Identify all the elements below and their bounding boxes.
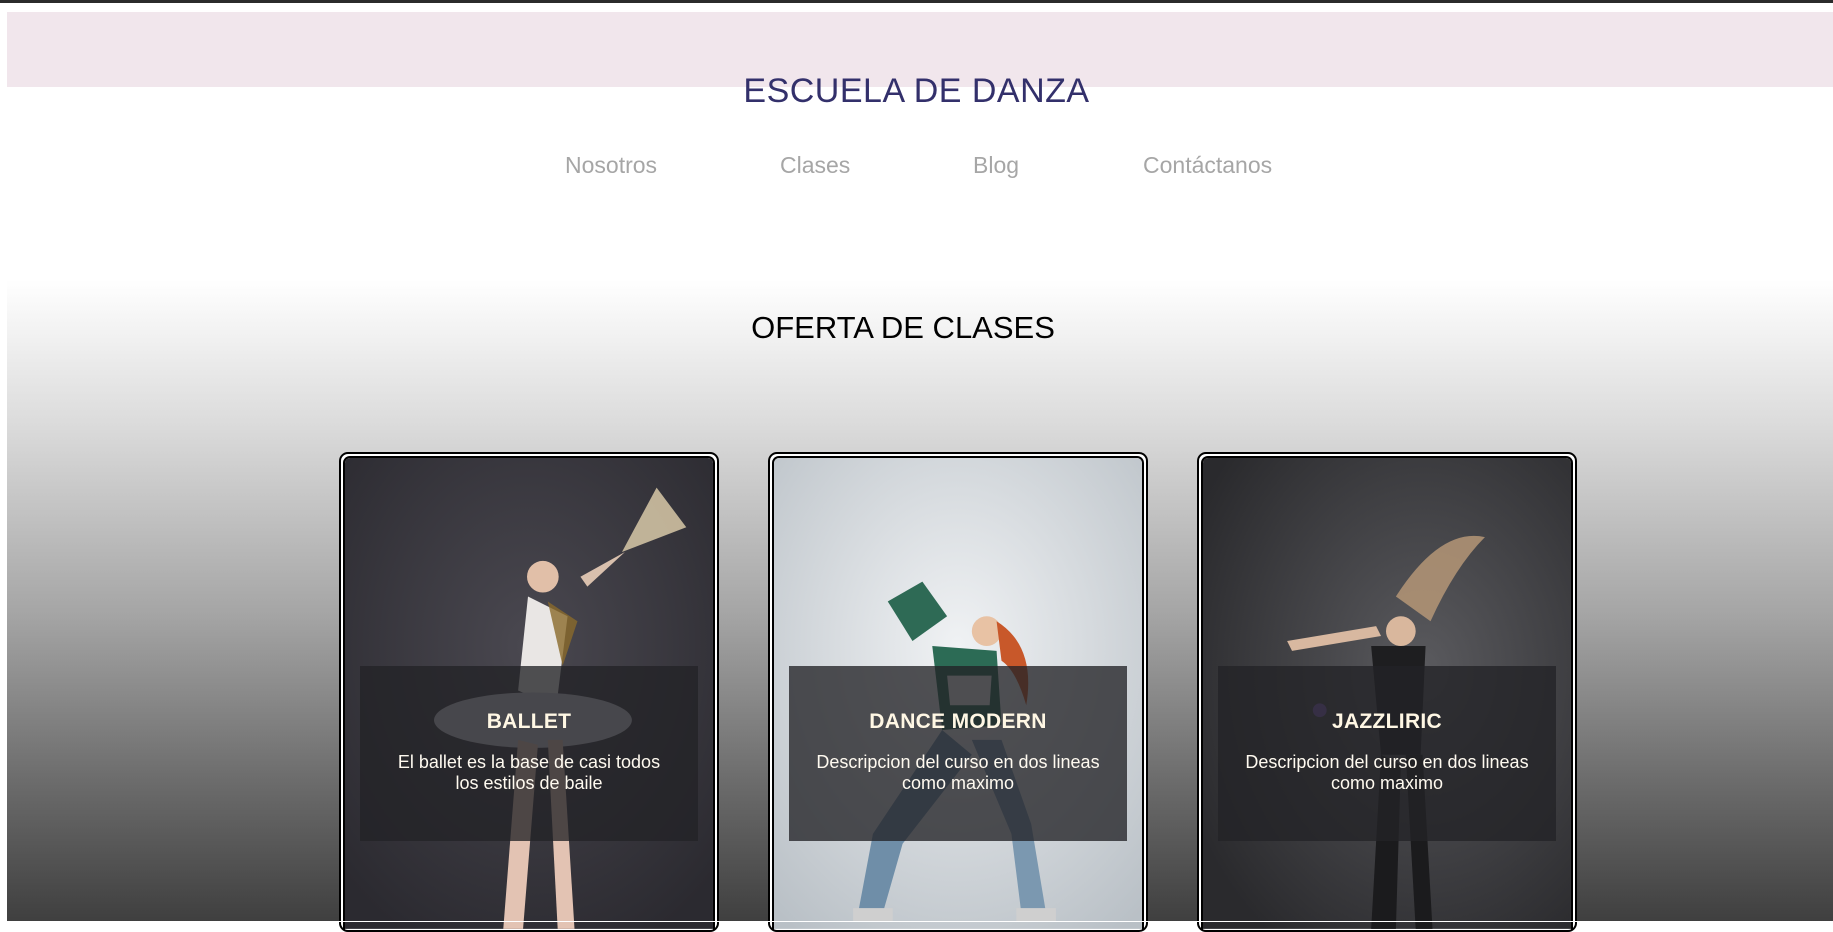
class-card-ballet[interactable]: BALLET El ballet es la base de casi todo… xyxy=(339,452,719,932)
card-description: Descripcion del curso en dos lineas como… xyxy=(816,752,1100,793)
main-nav: Nosotros Clases Blog Contáctanos xyxy=(0,152,1833,182)
card-caption: BALLET El ballet es la base de casi todo… xyxy=(360,666,698,841)
nav-link-blog[interactable]: Blog xyxy=(973,152,1019,179)
card-caption: JAZZLIRIC Descripcion del curso en dos l… xyxy=(1218,666,1556,841)
nav-link-nosotros[interactable]: Nosotros xyxy=(565,152,657,179)
section-title: OFERTA DE CLASES xyxy=(751,310,1055,345)
card-frame: BALLET El ballet es la base de casi todo… xyxy=(343,456,715,930)
card-title: DANCE MODERN xyxy=(869,710,1047,733)
card-title: JAZZLIRIC xyxy=(1331,710,1443,733)
site-title: ESCUELA DE DANZA xyxy=(743,72,1090,110)
window-top-border xyxy=(0,0,1833,3)
card-frame: DANCE MODERN Descripcion del curso en do… xyxy=(772,456,1144,930)
class-card-dance-modern[interactable]: DANCE MODERN Descripcion del curso en do… xyxy=(768,452,1148,932)
card-frame: JAZZLIRIC Descripcion del curso en dos l… xyxy=(1201,456,1573,930)
nav-link-contactanos[interactable]: Contáctanos xyxy=(1143,152,1272,179)
class-card-jazzliric[interactable]: JAZZLIRIC Descripcion del curso en dos l… xyxy=(1197,452,1577,932)
card-description: El ballet es la base de casi todos los e… xyxy=(397,752,661,793)
card-caption: DANCE MODERN Descripcion del curso en do… xyxy=(789,666,1127,841)
nav-link-clases[interactable]: Clases xyxy=(780,152,850,179)
card-description: Descripcion del curso en dos lineas como… xyxy=(1245,752,1529,793)
card-title: BALLET xyxy=(486,710,572,733)
